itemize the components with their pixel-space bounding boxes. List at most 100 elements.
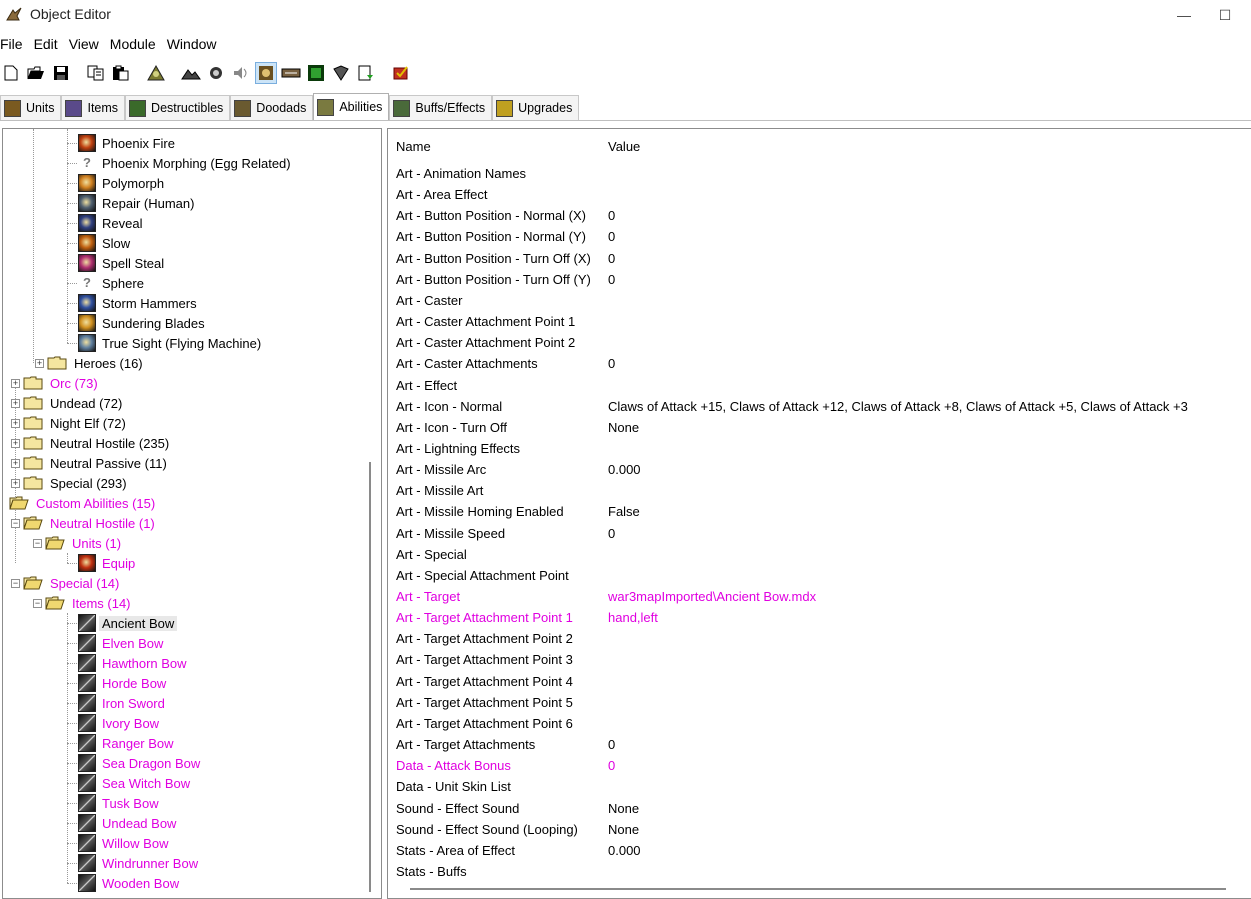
property-row[interactable]: Stats - Buffs bbox=[388, 861, 1251, 882]
property-value[interactable]: 0.000 bbox=[608, 843, 641, 858]
property-grid[interactable]: Name Value Art - Animation Names Art - Ar… bbox=[387, 128, 1251, 899]
tree-folder-race[interactable]: + Special (293) bbox=[11, 473, 130, 493]
tree-item-bow[interactable]: Ranger Bow bbox=[78, 733, 177, 753]
property-row[interactable]: Art - Button Position - Normal (X) 0 bbox=[388, 205, 1251, 226]
tab-upgrades[interactable]: Upgrades bbox=[492, 95, 580, 120]
paste-button[interactable] bbox=[110, 62, 132, 84]
menu-file[interactable]: File bbox=[0, 34, 23, 56]
tree-folder-custom-special[interactable]: − Special (14) bbox=[11, 573, 122, 593]
property-row[interactable]: Stats - Area of Effect 0.000 bbox=[388, 840, 1251, 861]
property-row[interactable]: Data - Unit Skin List bbox=[388, 776, 1251, 797]
property-row[interactable]: Art - Icon - Normal Claws of Attack +15, … bbox=[388, 396, 1251, 417]
property-value[interactable]: war3mapImported\Ancient Bow.mdx bbox=[608, 589, 816, 604]
tree-item-ability[interactable]: Sundering Blades bbox=[78, 313, 208, 333]
value-column-header[interactable]: Value bbox=[608, 139, 640, 154]
property-value[interactable]: Claws of Attack +15, Claws of Attack +12… bbox=[608, 399, 1188, 414]
tree-folder-race[interactable]: + Undead (72) bbox=[11, 393, 125, 413]
property-row[interactable]: Art - Missile Art bbox=[388, 480, 1251, 501]
unit-tool-button[interactable] bbox=[205, 62, 227, 84]
collapse-icon[interactable]: − bbox=[11, 578, 20, 588]
sound-tool-button[interactable] bbox=[230, 62, 252, 84]
tree-item-bow[interactable]: Sea Dragon Bow bbox=[78, 753, 203, 773]
tab-items[interactable]: Items bbox=[61, 95, 126, 120]
maximize-button[interactable]: ☐ bbox=[1210, 4, 1240, 26]
minimize-button[interactable]: — bbox=[1164, 4, 1204, 26]
property-row[interactable]: Art - Special bbox=[388, 544, 1251, 565]
tree-item-ability[interactable]: Polymorph bbox=[78, 173, 167, 193]
campaign-tool-button[interactable] bbox=[330, 62, 352, 84]
property-row[interactable]: Art - Area Effect bbox=[388, 184, 1251, 205]
tree-folder-custom-units[interactable]: − Units (1) bbox=[33, 533, 124, 553]
tree-item-bow[interactable]: Hawthorn Bow bbox=[78, 653, 190, 673]
tree-folder-race[interactable]: + Neutral Hostile (235) bbox=[11, 433, 172, 453]
property-row[interactable]: Art - Icon - Turn Off None bbox=[388, 417, 1251, 438]
property-row[interactable]: Art - Animation Names bbox=[388, 163, 1251, 184]
expand-icon[interactable]: + bbox=[11, 398, 20, 408]
menu-module[interactable]: Module bbox=[110, 34, 156, 56]
property-row[interactable]: Sound - Effect Sound None bbox=[388, 798, 1251, 819]
property-value[interactable]: 0 bbox=[608, 272, 615, 287]
property-value[interactable]: 0.000 bbox=[608, 462, 641, 477]
expand-icon[interactable]: + bbox=[35, 358, 44, 368]
collapse-icon[interactable]: − bbox=[33, 598, 42, 608]
property-row[interactable]: Art - Button Position - Turn Off (Y) 0 bbox=[388, 269, 1251, 290]
tree-folder-custom-items[interactable]: − Items (14) bbox=[33, 593, 134, 613]
property-value[interactable]: None bbox=[608, 822, 639, 837]
tree-folder-custom-abilities[interactable]: Custom Abilities (15) bbox=[9, 493, 158, 513]
property-row[interactable]: Art - Target Attachment Point 5 bbox=[388, 692, 1251, 713]
open-button[interactable] bbox=[25, 62, 47, 84]
expand-icon[interactable]: + bbox=[11, 458, 20, 468]
property-value[interactable]: False bbox=[608, 504, 640, 519]
property-row[interactable]: Art - Target Attachment Point 6 bbox=[388, 713, 1251, 734]
tree-item-bow[interactable]: Ivory Bow bbox=[78, 713, 162, 733]
tree-item-bow[interactable]: Tusk Bow bbox=[78, 793, 162, 813]
property-row[interactable]: Art - Missile Homing Enabled False bbox=[388, 501, 1251, 522]
property-row[interactable]: Art - Target Attachments 0 bbox=[388, 734, 1251, 755]
tree-item-bow[interactable]: Wooden Bow bbox=[78, 873, 182, 893]
property-row[interactable]: Art - Target Attachment Point 3 bbox=[388, 649, 1251, 670]
collapse-icon[interactable]: − bbox=[11, 518, 20, 528]
menu-edit[interactable]: Edit bbox=[34, 34, 58, 56]
tab-destructibles[interactable]: Destructibles bbox=[125, 95, 231, 120]
tree-item-ability[interactable]: Spell Steal bbox=[78, 253, 167, 273]
property-row[interactable]: Art - Target war3mapImported\Ancient Bow.… bbox=[388, 586, 1251, 607]
property-row[interactable]: Art - Lightning Effects bbox=[388, 438, 1251, 459]
property-value[interactable]: 0 bbox=[608, 229, 615, 244]
property-value[interactable]: 0 bbox=[608, 526, 615, 541]
tree-item-bow[interactable]: Undead Bow bbox=[78, 813, 179, 833]
menu-view[interactable]: View bbox=[69, 34, 99, 56]
property-row[interactable]: Art - Special Attachment Point bbox=[388, 565, 1251, 586]
tree-item-bow[interactable]: Elven Bow bbox=[78, 633, 166, 653]
property-row[interactable]: Art - Button Position - Turn Off (X) 0 bbox=[388, 248, 1251, 269]
tree-folder-race[interactable]: + Night Elf (72) bbox=[11, 413, 129, 433]
property-row[interactable]: Art - Missile Arc 0.000 bbox=[388, 459, 1251, 480]
expand-icon[interactable]: + bbox=[11, 418, 20, 428]
tree-item-bow[interactable]: Iron Sword bbox=[78, 693, 168, 713]
horizontal-scrollbar[interactable] bbox=[410, 888, 1226, 890]
property-row[interactable]: Sound - Effect Sound (Looping) None bbox=[388, 819, 1251, 840]
ai-tool-button[interactable] bbox=[305, 62, 327, 84]
tree-item-bow[interactable]: Willow Bow bbox=[78, 833, 171, 853]
trigger-tool-button[interactable] bbox=[280, 62, 302, 84]
tree-folder-race[interactable]: + Neutral Passive (11) bbox=[11, 453, 170, 473]
property-row[interactable]: Art - Caster Attachment Point 2 bbox=[388, 332, 1251, 353]
tab-abilities[interactable]: Abilities bbox=[313, 93, 390, 120]
collapse-icon[interactable]: − bbox=[33, 538, 42, 548]
property-value[interactable]: None bbox=[608, 420, 639, 435]
property-row[interactable]: Art - Target Attachment Point 4 bbox=[388, 671, 1251, 692]
tree-item-ability[interactable]: Slow bbox=[78, 233, 133, 253]
tree-item-bow[interactable]: Sea Witch Bow bbox=[78, 773, 193, 793]
object-tool-button[interactable] bbox=[145, 62, 167, 84]
expand-icon[interactable]: + bbox=[11, 438, 20, 448]
tree-folder-custom-neutral[interactable]: − Neutral Hostile (1) bbox=[11, 513, 158, 533]
property-value[interactable]: None bbox=[608, 801, 639, 816]
tree-item-ability[interactable]: ? Phoenix Morphing (Egg Related) bbox=[78, 153, 294, 173]
expand-icon[interactable]: + bbox=[11, 478, 20, 488]
expand-icon[interactable]: + bbox=[11, 378, 20, 388]
save-button[interactable] bbox=[50, 62, 72, 84]
tree-item-bow[interactable]: Windrunner Bow bbox=[78, 853, 201, 873]
property-row[interactable]: Art - Button Position - Normal (Y) 0 bbox=[388, 226, 1251, 247]
property-row[interactable]: Art - Target Attachment Point 1 hand,left bbox=[388, 607, 1251, 628]
tree-item-ability[interactable]: ? Sphere bbox=[78, 273, 147, 293]
tree-item-bow[interactable]: Horde Bow bbox=[78, 673, 169, 693]
